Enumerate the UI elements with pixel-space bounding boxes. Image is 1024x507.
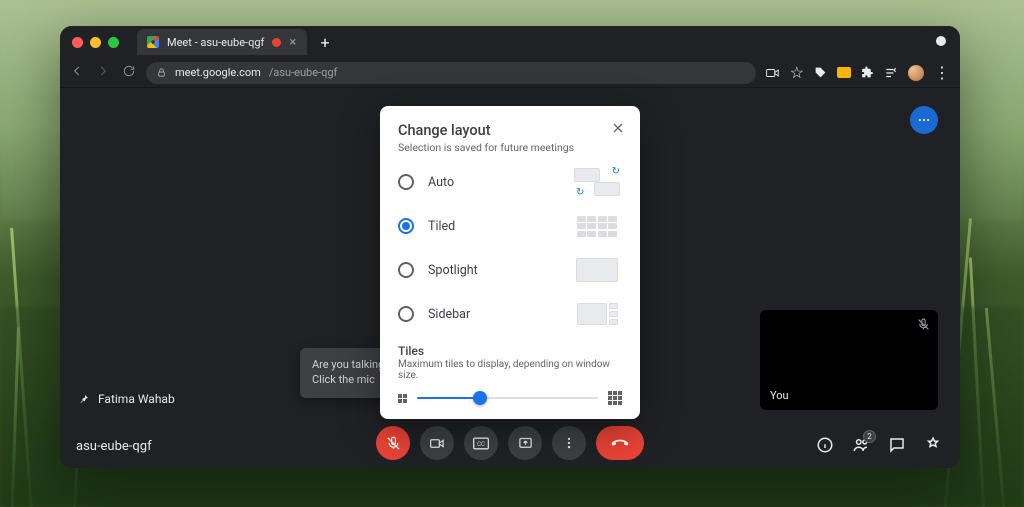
bookmark-star-icon[interactable]: ☆ — [790, 63, 804, 82]
thumb-sidebar-icon — [572, 300, 622, 328]
extension-tag-icon[interactable] — [814, 66, 827, 79]
minimize-window-button[interactable] — [90, 37, 101, 48]
url-path: /asu-eube-qgf — [269, 66, 338, 79]
right-panel-buttons: 2 — [816, 436, 942, 458]
extensions-puzzle-icon[interactable] — [861, 66, 874, 79]
layout-options: Auto ↻↻ Tiled Spotlight — [398, 168, 622, 328]
radio-spotlight[interactable] — [398, 262, 414, 278]
browser-menu-button[interactable]: ⋮ — [934, 63, 950, 82]
label-auto: Auto — [428, 175, 558, 190]
url-domain: meet.google.com — [175, 66, 261, 79]
tab-bar: Meet - asu-eube-qgf × + — [60, 26, 960, 58]
tiles-slider-knob[interactable] — [473, 391, 487, 405]
mic-toggle-button[interactable] — [376, 426, 410, 460]
dialog-close-button[interactable] — [610, 120, 626, 140]
radio-sidebar[interactable] — [398, 306, 414, 322]
maximize-window-button[interactable] — [108, 37, 119, 48]
profile-avatar-icon[interactable] — [908, 65, 924, 81]
change-layout-dialog: Change layout Selection is saved for fut… — [380, 106, 640, 419]
account-indicator-icon[interactable] — [936, 36, 946, 46]
lock-icon — [156, 67, 167, 78]
self-view-label: You — [770, 389, 789, 402]
meeting-details-button[interactable] — [816, 436, 834, 458]
layout-option-tiled[interactable]: Tiled — [398, 212, 622, 240]
tiles-slider[interactable] — [417, 397, 597, 399]
recording-indicator-icon — [272, 38, 281, 47]
people-count-badge: 2 — [863, 430, 876, 443]
call-controls: CC — [376, 426, 644, 460]
present-screen-button[interactable] — [508, 426, 542, 460]
camera-toggle-button[interactable] — [420, 426, 454, 460]
leave-call-button[interactable] — [596, 426, 644, 460]
self-view-tile[interactable]: You — [760, 310, 938, 410]
chat-button[interactable] — [888, 436, 906, 458]
tiles-max-icon — [608, 391, 622, 405]
reading-list-icon[interactable] — [884, 66, 898, 80]
browser-window: Meet - asu-eube-qgf × + meet.google.com/… — [60, 26, 960, 468]
activities-button[interactable] — [924, 436, 942, 458]
reload-button[interactable] — [122, 63, 136, 82]
forward-button[interactable] — [96, 63, 110, 82]
radio-auto[interactable] — [398, 174, 414, 190]
tiles-desc: Maximum tiles to display, depending on w… — [398, 359, 622, 381]
extension-yellow-icon[interactable] — [837, 67, 851, 78]
label-sidebar: Sidebar — [428, 307, 558, 322]
mic-muted-icon — [917, 318, 930, 334]
tiles-heading: Tiles — [398, 344, 622, 358]
layout-option-sidebar[interactable]: Sidebar — [398, 300, 622, 328]
window-controls — [72, 37, 119, 48]
layout-option-spotlight[interactable]: Spotlight — [398, 256, 622, 284]
camera-permission-icon[interactable] — [766, 67, 780, 79]
meeting-code: asu-eube-qgf — [76, 439, 152, 454]
pinned-name: Fatima Wahab — [98, 392, 175, 406]
tiles-section: Tiles Maximum tiles to display, dependin… — [398, 344, 622, 405]
pin-icon — [78, 393, 90, 405]
pinned-participant: Fatima Wahab — [78, 392, 175, 406]
radio-tiled[interactable] — [398, 218, 414, 234]
address-bar-row: meet.google.com/asu-eube-qgf ☆ ⋮ — [60, 58, 960, 88]
close-window-button[interactable] — [72, 37, 83, 48]
new-tab-button[interactable]: + — [315, 32, 335, 52]
dialog-subtitle: Selection is saved for future meetings — [398, 141, 622, 154]
back-button[interactable] — [70, 63, 84, 82]
browser-tab[interactable]: Meet - asu-eube-qgf × — [137, 29, 307, 55]
layout-option-auto[interactable]: Auto ↻↻ — [398, 168, 622, 196]
thumb-spotlight-icon — [572, 256, 622, 284]
dialog-title: Change layout — [398, 122, 622, 139]
label-spotlight: Spotlight — [428, 263, 558, 278]
tiles-min-icon — [398, 394, 407, 403]
more-options-button[interactable] — [552, 426, 586, 460]
thumb-tiled-icon — [572, 212, 622, 240]
label-tiled: Tiled — [428, 219, 558, 234]
tab-title: Meet - asu-eube-qgf — [167, 36, 264, 49]
overflow-menu-button[interactable] — [910, 106, 938, 134]
meet-favicon-icon — [147, 36, 159, 48]
people-button[interactable]: 2 — [852, 436, 870, 458]
meet-content: You Are you talking Click the mic Fatima… — [60, 88, 960, 468]
tab-close-button[interactable]: × — [289, 35, 296, 50]
svg-text:CC: CC — [477, 441, 485, 448]
thumb-auto-icon: ↻↻ — [572, 168, 622, 196]
url-bar[interactable]: meet.google.com/asu-eube-qgf — [146, 62, 756, 84]
captions-button[interactable]: CC — [464, 426, 498, 460]
